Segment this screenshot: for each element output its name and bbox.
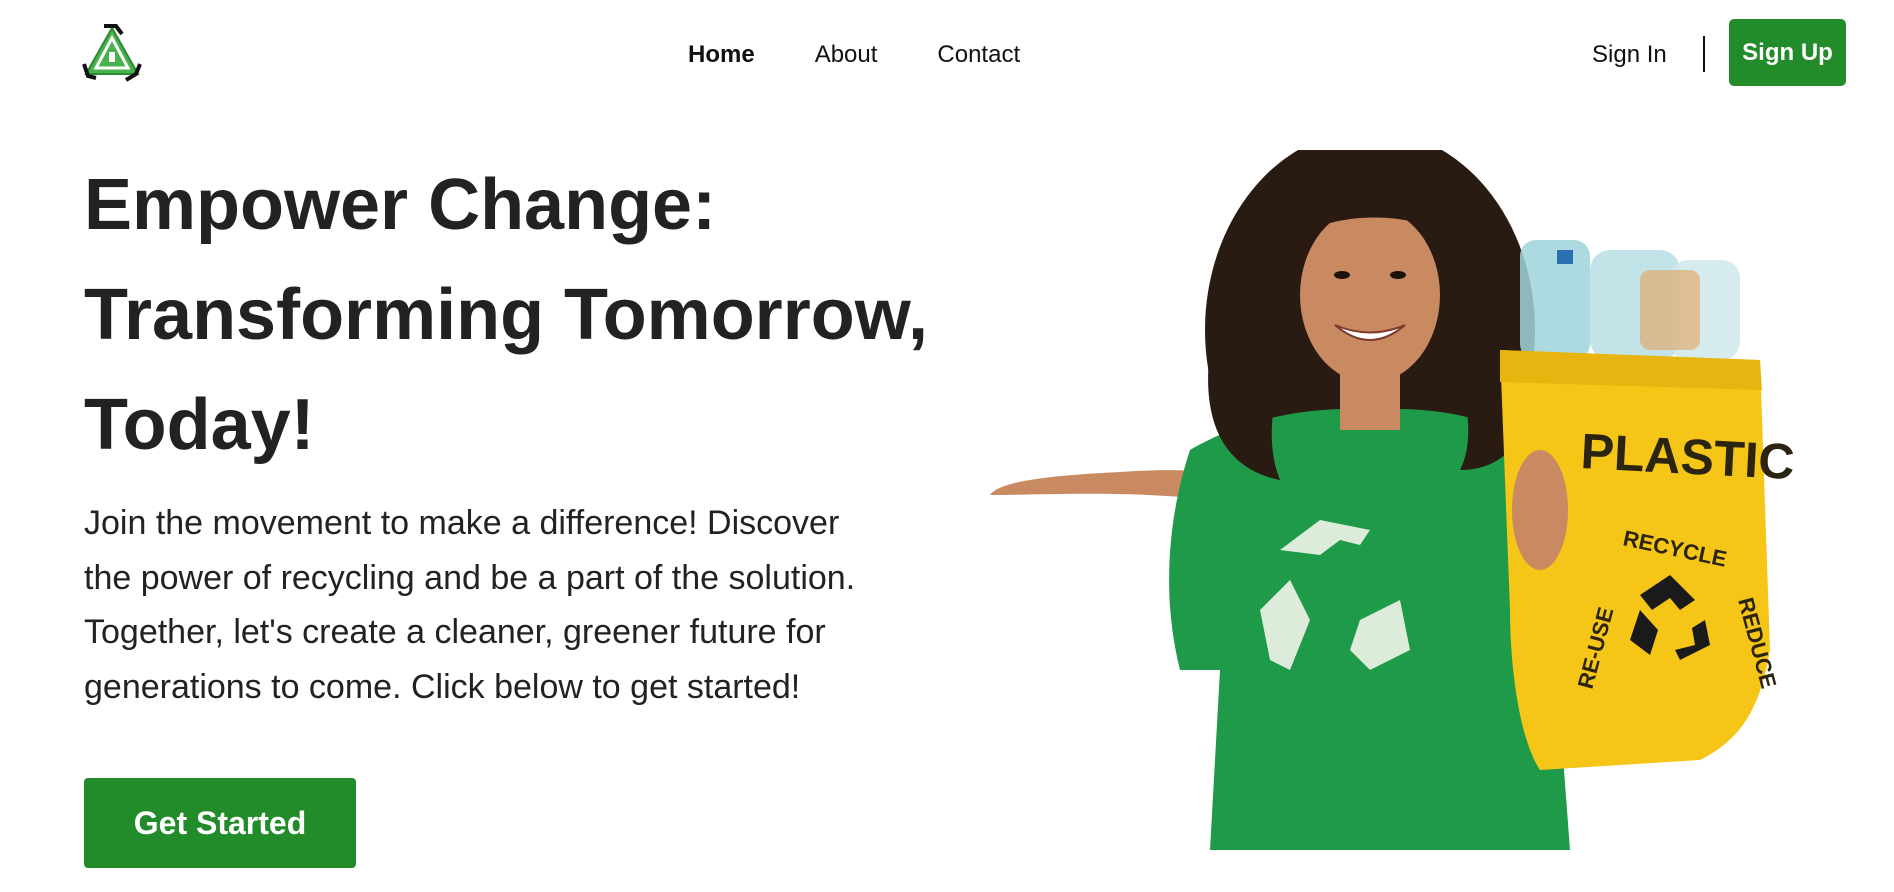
hero-title-line: Today! <box>84 385 315 465</box>
hero-description-line: Together, let's create a cleaner, greene… <box>84 613 826 651</box>
hero-description-line: Join the movement to make a difference! … <box>84 504 840 542</box>
nav-link-contact[interactable]: Contact <box>937 40 1020 70</box>
main-nav: Home About Contact <box>688 40 1020 70</box>
hero-title-line: Empower Change: <box>84 165 717 245</box>
landing-page: Home About Contact Sign In Sign Up Empow… <box>0 0 1894 892</box>
hero-description-line: the power of recycling and be a part of … <box>84 558 856 597</box>
sign-up-button[interactable]: Sign Up <box>1729 19 1846 86</box>
sign-in-link[interactable]: Sign In <box>1592 40 1667 70</box>
nav-link-about[interactable]: About <box>815 40 878 70</box>
hero-title-line: Transforming Tomorrow, <box>84 275 929 355</box>
woman-holding-recycling-bag-illustration: PLASTIC RECYCLE RE-USE REDUCE <box>990 150 1796 850</box>
get-started-button[interactable]: Get Started <box>84 778 356 868</box>
recycle-logo-icon[interactable] <box>82 24 142 82</box>
nav-divider <box>1703 36 1705 72</box>
nav-link-home[interactable]: Home <box>688 40 755 70</box>
bag-plastic-label: PLASTIC <box>1579 423 1796 490</box>
hero-description-line: generations to come. Click below to get … <box>84 667 801 706</box>
hero-description: Join the movement to make a difference! … <box>84 496 944 714</box>
hero-title: Empower Change: Transforming Tomorrow, T… <box>84 150 964 480</box>
